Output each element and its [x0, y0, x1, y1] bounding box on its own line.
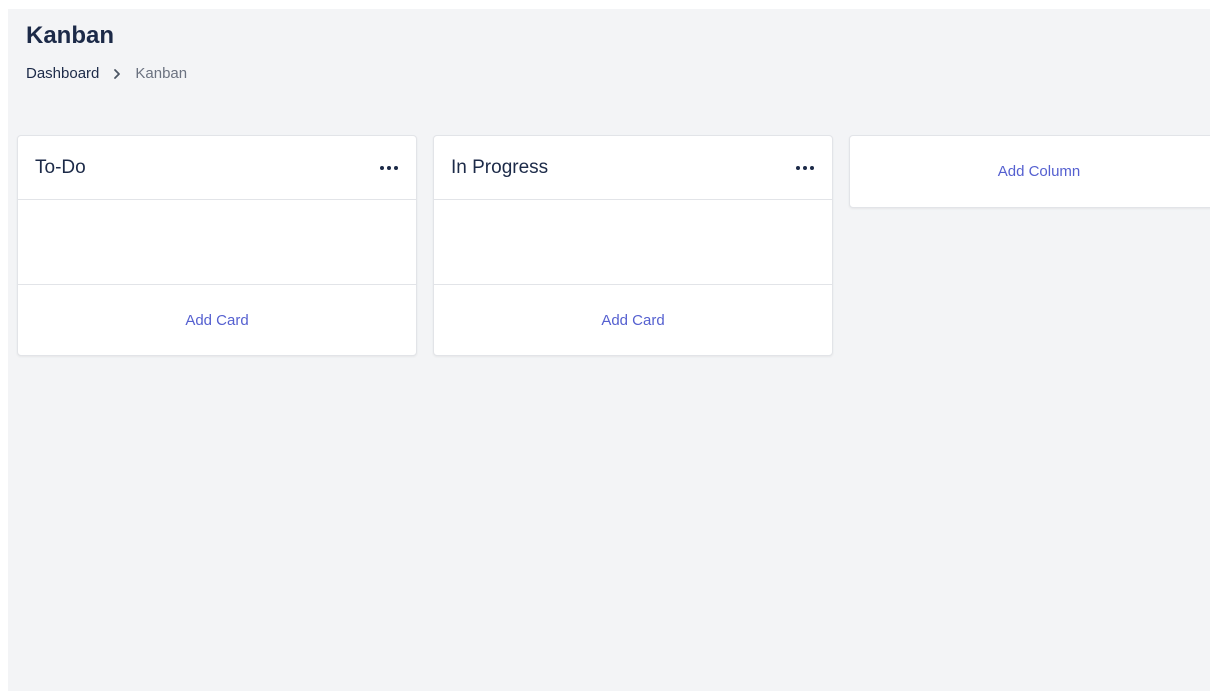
column-title: To-Do [35, 156, 86, 178]
breadcrumb: Dashboard Kanban [26, 65, 187, 83]
column-title: In Progress [451, 156, 549, 178]
column-todo: To-Do Add Card [17, 135, 417, 356]
more-horizontal-icon[interactable] [794, 157, 816, 179]
column-header: In Progress [434, 136, 832, 200]
card-list [18, 200, 416, 285]
kanban-board: To-Do Add Card In Progress Add Card Add … [17, 135, 1210, 356]
kanban-page: Kanban Dashboard Kanban To-Do Add Card I… [8, 9, 1210, 691]
more-horizontal-icon[interactable] [378, 157, 400, 179]
column-in-progress: In Progress Add Card [433, 135, 833, 356]
page-title: Kanban [26, 22, 115, 49]
chevron-right-icon [113, 68, 121, 80]
add-card-button[interactable]: Add Card [18, 285, 416, 355]
card-list [434, 200, 832, 285]
add-column-button[interactable]: Add Column [849, 135, 1210, 208]
breadcrumb-item-kanban: Kanban [135, 65, 188, 82]
column-header: To-Do [18, 136, 416, 200]
add-card-button[interactable]: Add Card [434, 285, 832, 355]
breadcrumb-item-dashboard[interactable]: Dashboard [26, 65, 99, 83]
